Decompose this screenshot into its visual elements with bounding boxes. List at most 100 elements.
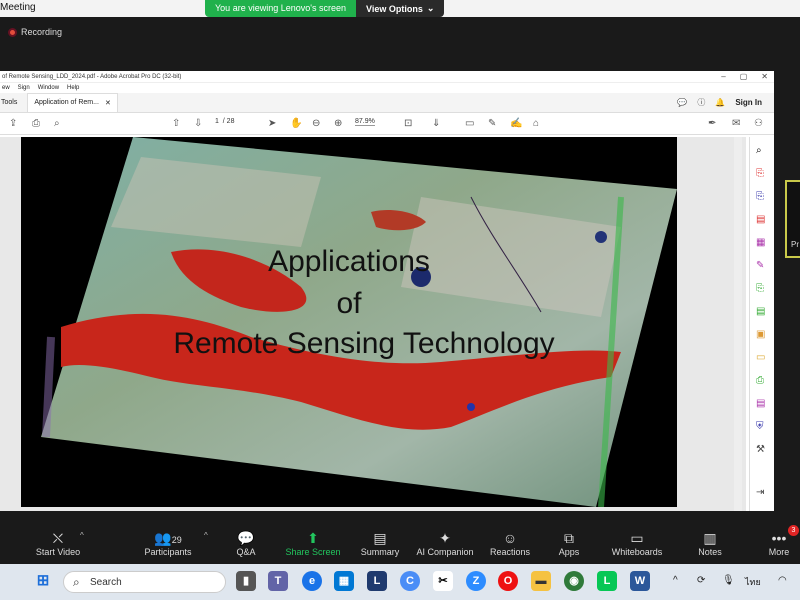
help-icon[interactable]: ⓘ bbox=[697, 97, 705, 108]
pen-icon[interactable]: ✎ bbox=[488, 118, 496, 129]
tab-document[interactable]: Application of Rem... ✕ bbox=[27, 93, 118, 112]
zoom-out-icon[interactable]: ⊖ bbox=[312, 118, 320, 129]
maximize-icon[interactable]: ▢ bbox=[740, 72, 748, 81]
more-tools-icon[interactable]: ⚒ bbox=[756, 444, 765, 455]
capcut-icon[interactable]: ✂ bbox=[433, 571, 453, 591]
comment-panel-icon[interactable]: ▭ bbox=[756, 352, 765, 363]
search-icon[interactable]: ⌕ bbox=[54, 118, 60, 129]
start-video-label: Start Video bbox=[35, 547, 81, 557]
menu-window[interactable]: Window bbox=[38, 85, 59, 93]
participants-button[interactable]: 👥29 Participants bbox=[140, 529, 196, 557]
bell-icon[interactable]: 🔔 bbox=[715, 98, 725, 107]
document-viewport[interactable]: Applications of Remote Sensing Technolog… bbox=[0, 137, 746, 511]
organize-pages-icon[interactable]: ▤ bbox=[756, 214, 765, 225]
close-icon[interactable]: ✕ bbox=[761, 72, 768, 81]
zoom-level[interactable]: 87.9% bbox=[355, 118, 375, 126]
word-icon[interactable]: W bbox=[630, 571, 650, 591]
send-icon[interactable]: ▤ bbox=[756, 398, 765, 409]
windows-taskbar: ⊞ ⌕ Search ▮ T e ▦ L C ✂ Z O ▬ ◉ L W ^ ⟳… bbox=[0, 564, 800, 600]
create-pdf-icon[interactable]: ⎘ bbox=[756, 191, 764, 202]
protect-icon[interactable]: ▣ bbox=[756, 329, 765, 340]
satellite-image bbox=[41, 137, 677, 507]
menu-help[interactable]: Help bbox=[67, 85, 79, 93]
participant-video-tile[interactable]: Pr bbox=[785, 180, 800, 258]
collapse-panel-icon[interactable]: ⇥ bbox=[756, 487, 764, 498]
wifi-icon[interactable]: ◠ bbox=[778, 575, 787, 586]
chevron-up-icon[interactable]: ^ bbox=[80, 531, 84, 540]
zoom-app-icon[interactable]: Z bbox=[466, 571, 486, 591]
fit-page-icon[interactable]: ⊡ bbox=[404, 118, 412, 129]
l-app-icon[interactable]: L bbox=[367, 571, 387, 591]
search-icon: ⌕ bbox=[73, 575, 80, 589]
file-explorer-icon[interactable]: ▬ bbox=[531, 571, 551, 591]
view-options-button[interactable]: View Options ⌄ bbox=[355, 0, 445, 17]
print-icon[interactable]: ⎙ bbox=[32, 118, 40, 129]
zoom-search-icon[interactable]: ⌕ bbox=[756, 145, 762, 156]
edit-pdf-icon[interactable]: ✎ bbox=[756, 260, 764, 271]
minimize-icon[interactable]: – bbox=[721, 72, 725, 81]
close-icon[interactable]: ✕ bbox=[105, 99, 111, 107]
combine-icon[interactable]: ⎘ bbox=[756, 283, 764, 294]
forms-icon[interactable]: ▤ bbox=[756, 306, 765, 317]
line-icon[interactable]: L bbox=[597, 571, 617, 591]
notes-icon: ▥ bbox=[703, 530, 717, 546]
summary-label: Summary bbox=[360, 547, 400, 557]
sign-tool-icon[interactable]: ✍ bbox=[510, 118, 522, 129]
notes-button[interactable]: ▥ Notes bbox=[694, 529, 726, 557]
microphone-icon[interactable]: 🎙 bbox=[722, 575, 735, 586]
taskbar-search[interactable]: ⌕ Search bbox=[63, 571, 226, 593]
whiteboards-button[interactable]: ▭ Whiteboards bbox=[608, 529, 666, 557]
whiteboards-icon: ▭ bbox=[630, 530, 644, 546]
chrome-icon[interactable]: ◉ bbox=[564, 571, 584, 591]
language-indicator[interactable]: ไทย bbox=[745, 575, 761, 589]
chevron-up-icon[interactable]: ^ bbox=[673, 575, 678, 586]
ai-companion-button[interactable]: ✦ AI Companion bbox=[414, 529, 476, 557]
page-down-icon[interactable]: ⇩ bbox=[194, 118, 202, 129]
apps-button[interactable]: ⧉ Apps bbox=[552, 529, 586, 557]
acrobat-titlebar: of Remote Sensing_LDD_2024.pdf - Adobe A… bbox=[0, 71, 774, 83]
page-up-icon[interactable]: ⇧ bbox=[172, 118, 180, 129]
compress-icon[interactable]: ▦ bbox=[756, 237, 765, 248]
scroll-mode-icon[interactable]: ⇓ bbox=[432, 118, 440, 129]
hand-icon[interactable]: ✋ bbox=[290, 118, 302, 129]
page-total: / 28 bbox=[222, 118, 235, 125]
share-screen-button[interactable]: ⬆ Share Screen bbox=[280, 529, 346, 557]
edge-icon[interactable]: e bbox=[302, 571, 322, 591]
task-view-icon[interactable]: ▮ bbox=[236, 571, 256, 591]
comment-tool-icon[interactable]: ▭ bbox=[465, 118, 474, 129]
menu-view[interactable]: ew bbox=[2, 85, 10, 93]
sign-in-button[interactable]: Sign In bbox=[735, 98, 762, 107]
export-pdf-icon[interactable]: ⎘ bbox=[756, 168, 764, 179]
comment-icon[interactable]: 💬 bbox=[677, 98, 687, 107]
reactions-button[interactable]: ☺ Reactions bbox=[486, 529, 534, 557]
zoom-in-icon[interactable]: ⊕ bbox=[334, 118, 342, 129]
page-current[interactable]: 1 bbox=[215, 118, 219, 125]
ai-companion-icon: ✦ bbox=[439, 530, 451, 546]
copilot-icon[interactable]: C bbox=[400, 571, 420, 591]
sync-icon[interactable]: ⟳ bbox=[697, 575, 705, 586]
shield-icon[interactable]: ⛨ bbox=[756, 421, 764, 432]
teams-icon[interactable]: T bbox=[268, 571, 288, 591]
print-production-icon[interactable]: ⎙ bbox=[756, 375, 764, 386]
share-user-icon[interactable]: ⚇ bbox=[754, 118, 763, 129]
qa-button[interactable]: 💬 Q&A bbox=[226, 529, 266, 557]
cursor-icon[interactable]: ➤ bbox=[268, 118, 276, 129]
store-icon[interactable]: ▦ bbox=[334, 571, 354, 591]
tab-tools[interactable]: Tools bbox=[0, 99, 27, 112]
fill-sign-icon[interactable]: ✒ bbox=[708, 118, 716, 129]
whiteboards-label: Whiteboards bbox=[611, 547, 663, 557]
slide-title-line3: Remote Sensing Technology bbox=[173, 327, 555, 360]
summary-button[interactable]: ▤ Summary bbox=[356, 529, 404, 557]
recording-indicator[interactable]: Recording bbox=[8, 27, 62, 37]
chevron-up-icon[interactable]: ^ bbox=[204, 531, 208, 540]
menu-sign[interactable]: Sign bbox=[18, 85, 30, 93]
vertical-scrollbar[interactable] bbox=[734, 137, 742, 511]
acrobat-toolbar: ⇪ ⎙ ⌕ ⇧ ⇩ 1 / 28 ➤ ✋ ⊖ ⊕ 87.9% ⊡ ⇓ ▭ ✎ ✍… bbox=[0, 113, 774, 135]
start-video-button[interactable]: ⛌ Start Video bbox=[30, 529, 86, 557]
opera-icon[interactable]: O bbox=[498, 571, 518, 591]
mail-icon[interactable]: ✉ bbox=[732, 118, 740, 129]
windows-start-icon[interactable]: ⊞ bbox=[33, 571, 53, 591]
upload-icon[interactable]: ⇪ bbox=[9, 118, 17, 129]
page-indicator[interactable]: 1 / 28 bbox=[215, 118, 234, 125]
tag-icon[interactable]: ⌂ bbox=[533, 118, 539, 129]
